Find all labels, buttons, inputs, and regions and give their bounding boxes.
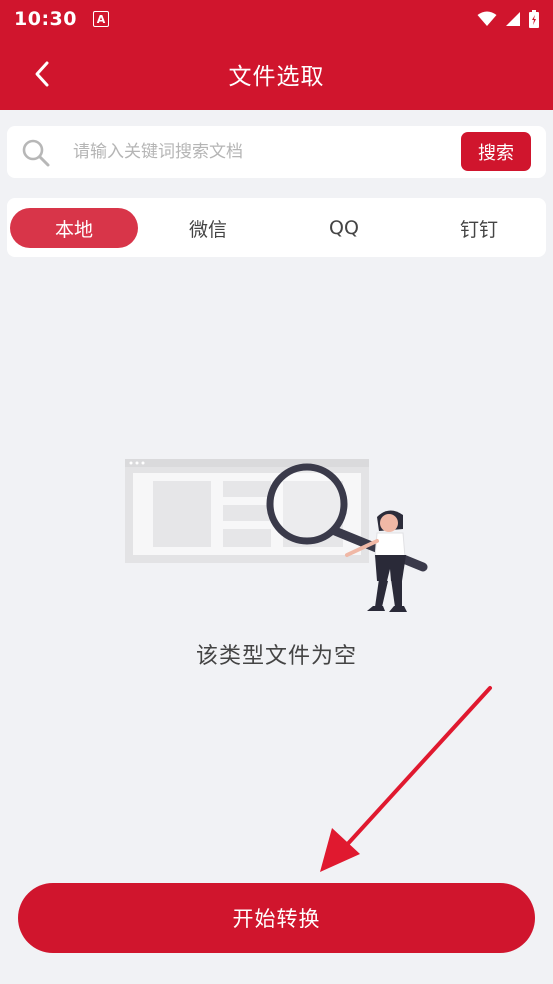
red-arrow-icon bbox=[320, 686, 492, 872]
status-bar: 10:30 A bbox=[0, 0, 553, 38]
chevron-left-icon bbox=[35, 61, 49, 87]
tab-local[interactable]: 本地 bbox=[10, 208, 138, 248]
start-convert-button[interactable]: 开始转换 bbox=[18, 883, 535, 953]
search-button[interactable]: 搜索 bbox=[461, 132, 531, 171]
tab-dingtalk[interactable]: 钉钉 bbox=[419, 208, 539, 248]
search-icon bbox=[22, 139, 50, 167]
search-input[interactable] bbox=[73, 138, 453, 166]
page-title: 文件选取 bbox=[228, 64, 325, 90]
battery-icon bbox=[529, 10, 539, 28]
wifi-icon bbox=[477, 11, 497, 26]
source-tabs: 本地 微信 QQ 钉钉 bbox=[7, 198, 546, 257]
status-icons bbox=[477, 10, 539, 28]
status-time: 10:30 bbox=[14, 8, 77, 30]
signal-icon bbox=[506, 12, 520, 26]
magnifier-person-illustration bbox=[125, 459, 428, 612]
back-button[interactable] bbox=[28, 60, 56, 88]
app-header: 文件选取 bbox=[0, 38, 553, 110]
app-screen: 10:30 A 文件选取 请输入关键词搜索文档 搜索 本地 微信 QQ 钉钉 该… bbox=[0, 0, 553, 984]
tab-wechat[interactable]: 微信 bbox=[148, 208, 268, 248]
empty-state-message: 该类型文件为空 bbox=[195, 644, 357, 669]
notification-icon: A bbox=[92, 11, 109, 27]
search-bar: 搜索 bbox=[7, 126, 546, 178]
tab-qq[interactable]: QQ bbox=[284, 208, 404, 248]
